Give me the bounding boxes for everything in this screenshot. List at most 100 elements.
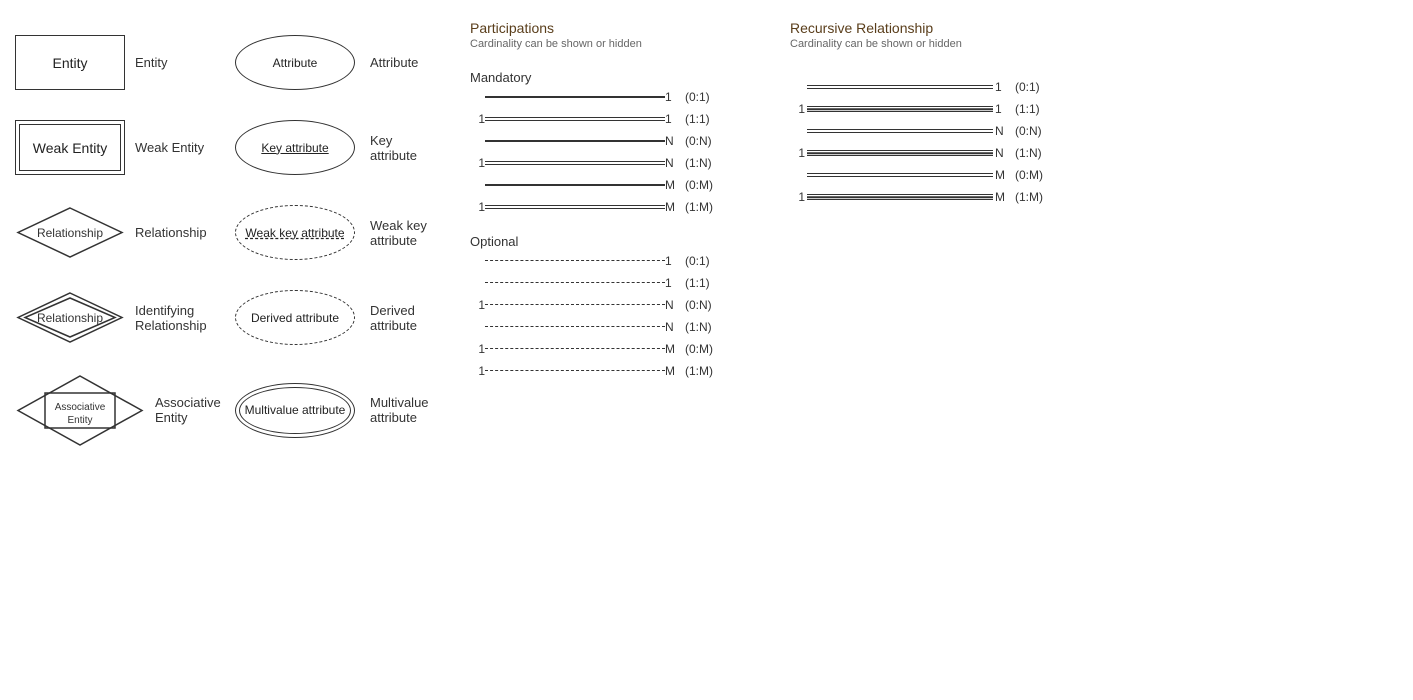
part-line-5: 1 M bbox=[470, 200, 680, 214]
rec-double-line bbox=[807, 85, 993, 89]
weak-entity-shape-label: Weak Entity bbox=[33, 140, 107, 156]
line-double bbox=[485, 117, 665, 121]
identifying-relationship-text-label: Identifying Relationship bbox=[135, 303, 207, 333]
recursive-panel: Recursive Relationship Cardinality can b… bbox=[760, 20, 1070, 460]
rec-line-4: M bbox=[790, 168, 1010, 182]
associative-entity-svg: Associative Entity bbox=[15, 373, 145, 448]
opt-line-0: 1 bbox=[470, 254, 680, 268]
entity-shape-label: Entity bbox=[52, 55, 87, 71]
derived-attribute-text-label: Derived attribute bbox=[370, 303, 440, 333]
rec-row-3: 1 N (1:N) bbox=[790, 146, 1070, 160]
weak-key-text-label: Weak key attribute bbox=[370, 218, 440, 248]
rec-line-1: 1 1 bbox=[790, 102, 1010, 116]
mandatory-part-row-0: 1 (0:1) bbox=[470, 90, 760, 104]
derived-attribute-row: Derived attribute Derived attribute bbox=[230, 275, 440, 360]
rec-row-1: 1 1 (1:1) bbox=[790, 102, 1070, 116]
attributes-panel: Attribute Attribute Key attribute Key at… bbox=[210, 20, 440, 460]
mandatory-part-row-1: 1 1 (1:1) bbox=[470, 112, 760, 126]
weak-entity-text-label: Weak Entity bbox=[135, 140, 204, 155]
weak-entity-row: Weak Entity Weak Entity bbox=[10, 105, 210, 190]
attribute-row: Attribute Attribute bbox=[230, 20, 440, 105]
shapes-panel: Entity Entity Weak Entity Weak Entity Re… bbox=[10, 20, 210, 460]
mandatory-part-row-5: 1 M (1:M) bbox=[470, 200, 760, 214]
attribute-shape: Attribute bbox=[235, 35, 355, 90]
mandatory-label: Mandatory bbox=[470, 70, 760, 85]
rec-line-0: 1 bbox=[790, 80, 1010, 94]
svg-text:Relationship: Relationship bbox=[37, 311, 103, 325]
relationship-text-label: Relationship bbox=[135, 225, 207, 240]
rec-double-line bbox=[807, 129, 993, 133]
derived-attribute-shape-container: Derived attribute bbox=[230, 288, 360, 348]
opt-line-4: 1 M bbox=[470, 342, 680, 356]
rec-line-5: 1 M bbox=[790, 190, 1010, 204]
mandatory-part-row-3: 1 N (1:N) bbox=[470, 156, 760, 170]
part-line-3: 1 N bbox=[470, 156, 680, 170]
rec-row-2: N (0:N) bbox=[790, 124, 1070, 138]
diamond-svg: Relationship bbox=[15, 205, 125, 260]
optional-part-row-2: 1 N (0:N) bbox=[470, 298, 760, 312]
optional-part-row-4: 1 M (0:M) bbox=[470, 342, 760, 356]
associative-entity-shape: Associative Entity bbox=[15, 370, 145, 450]
line-dashed bbox=[485, 260, 665, 262]
multivalue-shape: Multivalue attribute bbox=[235, 383, 355, 438]
opt-line-1: 1 bbox=[470, 276, 680, 290]
part-line-0: 1 bbox=[470, 90, 680, 104]
opt-line-3: N bbox=[470, 320, 680, 334]
opt-line-2: 1 N bbox=[470, 298, 680, 312]
line-dashed bbox=[485, 304, 665, 306]
key-attribute-shape: Key attribute bbox=[235, 120, 355, 175]
relationship-shape: Relationship bbox=[15, 205, 125, 260]
rec-triple-line bbox=[807, 150, 993, 156]
derived-attribute-shape: Derived attribute bbox=[235, 290, 355, 345]
attribute-shape-label: Attribute bbox=[273, 56, 318, 70]
mandatory-part-row-2: N (0:N) bbox=[470, 134, 760, 148]
identifying-diamond-svg: Relationship bbox=[15, 290, 125, 345]
rec-triple-line bbox=[807, 194, 993, 200]
key-attribute-shape-label: Key attribute bbox=[261, 141, 328, 155]
participations-panel: Participations Cardinality can be shown … bbox=[440, 20, 760, 460]
attribute-shape-container: Attribute bbox=[230, 33, 360, 93]
rec-line-3: 1 N bbox=[790, 146, 1010, 160]
recursive-subtitle: Cardinality can be shown or hidden bbox=[790, 38, 1070, 50]
line-solid bbox=[485, 140, 665, 142]
line-solid bbox=[485, 184, 665, 186]
recursive-title: Recursive Relationship bbox=[790, 20, 1070, 36]
key-attribute-row: Key attribute Key attribute bbox=[230, 105, 440, 190]
rec-row-0: 1 (0:1) bbox=[790, 80, 1070, 94]
svg-text:Associative: Associative bbox=[55, 402, 106, 413]
entity-shape: Entity bbox=[15, 35, 125, 90]
weak-key-shape: Weak key attribute bbox=[235, 205, 355, 260]
participations-title: Participations bbox=[470, 20, 760, 36]
rec-triple-line bbox=[807, 106, 993, 112]
optional-part-row-0: 1 (0:1) bbox=[470, 254, 760, 268]
participations-subtitle: Cardinality can be shown or hidden bbox=[470, 38, 760, 50]
rec-line-2: N bbox=[790, 124, 1010, 138]
svg-text:Entity: Entity bbox=[67, 415, 92, 426]
multivalue-text-label: Multivalue attribute bbox=[370, 395, 440, 425]
entity-row: Entity Entity bbox=[10, 20, 210, 105]
weak-entity-shape: Weak Entity bbox=[15, 120, 125, 175]
entity-text-label: Entity bbox=[135, 55, 168, 70]
line-dashed bbox=[485, 326, 665, 328]
opt-line-5: 1 M bbox=[470, 364, 680, 378]
line-double bbox=[485, 161, 665, 165]
key-attribute-shape-container: Key attribute bbox=[230, 118, 360, 178]
relationship-row: Relationship Relationship bbox=[10, 190, 210, 275]
weak-key-shape-container: Weak key attribute bbox=[230, 203, 360, 263]
identifying-relationship-shape: Relationship bbox=[15, 290, 125, 345]
line-double bbox=[485, 205, 665, 209]
rec-row-4: M (0:M) bbox=[790, 168, 1070, 182]
weak-key-shape-label: Weak key attribute bbox=[245, 226, 344, 240]
line-solid bbox=[485, 96, 665, 98]
mandatory-part-row-4: M (0:M) bbox=[470, 178, 760, 192]
part-line-1: 1 1 bbox=[470, 112, 680, 126]
multivalue-shape-label: Multivalue attribute bbox=[245, 403, 346, 417]
svg-text:Relationship: Relationship bbox=[37, 226, 103, 240]
part-line-4: M bbox=[470, 178, 680, 192]
key-attribute-text-label: Key attribute bbox=[370, 133, 440, 163]
rec-double-line bbox=[807, 173, 993, 177]
part-line-2: N bbox=[470, 134, 680, 148]
associative-entity-row: Associative Entity Associative Entity bbox=[10, 360, 210, 460]
identifying-relationship-row: Relationship Identifying Relationship bbox=[10, 275, 210, 360]
rec-row-5: 1 M (1:M) bbox=[790, 190, 1070, 204]
